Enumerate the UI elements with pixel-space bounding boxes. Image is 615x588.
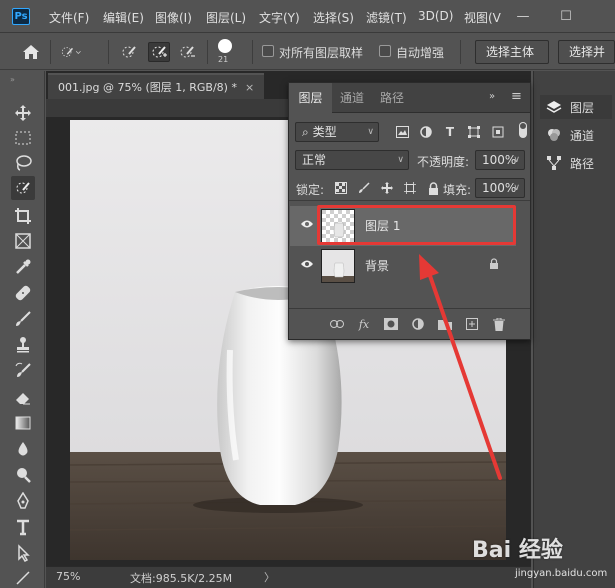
watermark-brand: Bai 经验 (472, 538, 563, 563)
watermark-url: jingyan.baidu.com (515, 568, 608, 579)
red-arrow-annotation (419, 254, 502, 480)
